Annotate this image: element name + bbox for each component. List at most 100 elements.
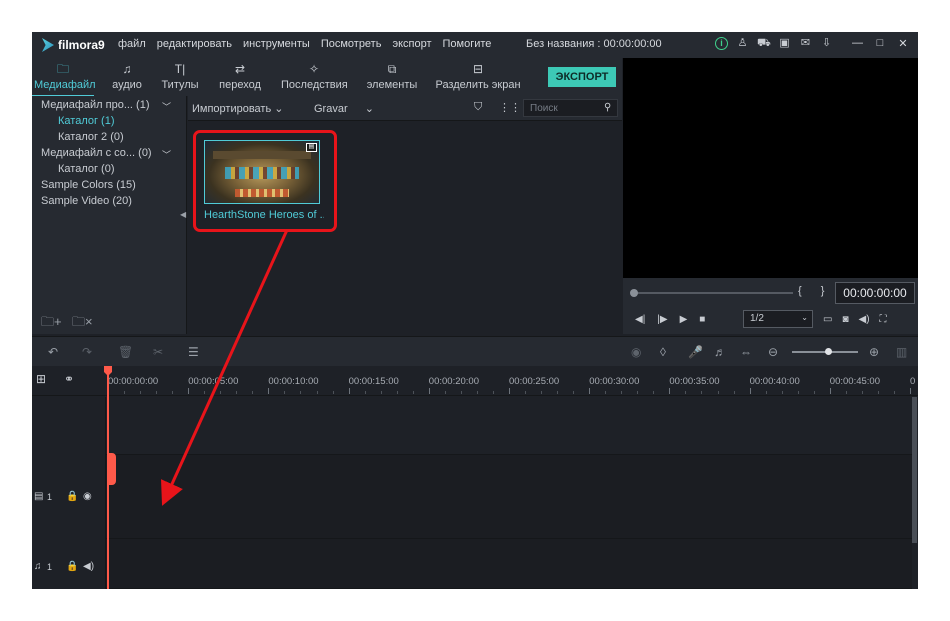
info-icon[interactable]: i bbox=[715, 37, 728, 50]
menu-export[interactable]: экспорт bbox=[392, 38, 431, 50]
fit-timeline-icon[interactable]: ⇔ bbox=[740, 345, 752, 359]
library-item-sample-video[interactable]: Sample Video (20) bbox=[41, 195, 132, 207]
collapse-panel-icon[interactable]: ◀ bbox=[180, 210, 186, 219]
add-track-icon[interactable]: ⊞ bbox=[36, 372, 46, 386]
redo-icon[interactable]: ↷ bbox=[82, 345, 92, 359]
export-button[interactable]: ЭКСПОРТ bbox=[548, 67, 616, 87]
panel-layout-icon[interactable]: ▥ bbox=[896, 345, 907, 359]
grid-view-icon[interactable]: ⋮⋮ bbox=[499, 101, 521, 114]
library-item-project-media[interactable]: Медиафайл про... (1) bbox=[41, 99, 150, 111]
menu-tools[interactable]: инструменты bbox=[243, 38, 310, 50]
volume-icon[interactable]: ◀) bbox=[83, 561, 94, 572]
ruler-tick-mark bbox=[573, 391, 575, 394]
lock-icon[interactable]: 🔒 bbox=[66, 491, 78, 502]
delete-icon[interactable]: 🗑 bbox=[118, 345, 133, 359]
timeline-ruler[interactable]: ⊞ ⚭ 00:00:00:00 00:00:05:00 00:00:10:00 00:… bbox=[32, 366, 918, 396]
menu-help[interactable]: Помогите bbox=[443, 38, 492, 50]
audio-track[interactable] bbox=[106, 539, 912, 589]
ruler-tick-label: 00:00:15:00 bbox=[348, 376, 399, 387]
marker-icon[interactable]: ◊ bbox=[660, 345, 666, 359]
audio-track-number: 1 bbox=[47, 562, 53, 572]
record-dropdown[interactable]: Gravar ⌄ bbox=[314, 102, 374, 115]
tab-split-screen[interactable]: ⊟ Разделить экран bbox=[435, 62, 521, 91]
tab-audio[interactable]: ♫ аудио bbox=[110, 62, 144, 91]
fullscreen-icon[interactable]: ⛶ bbox=[880, 314, 887, 325]
lock-icon[interactable]: 🔒 bbox=[66, 561, 78, 572]
ruler-tick-label: 00:00:40:00 bbox=[749, 376, 800, 387]
tab-elements[interactable]: ⧉ элементы bbox=[366, 62, 418, 91]
ruler-tick-mark bbox=[541, 391, 543, 394]
eye-icon[interactable]: ◉ bbox=[83, 491, 92, 502]
microphone-icon[interactable]: 🎤 bbox=[688, 345, 703, 359]
stop-icon[interactable]: ■ bbox=[699, 314, 705, 325]
account-icon[interactable]: ♙ bbox=[736, 37, 749, 50]
zoom-slider[interactable] bbox=[792, 348, 858, 355]
ruler-tick-mark bbox=[877, 391, 879, 394]
library-item-sample-colors[interactable]: Sample Colors (15) bbox=[41, 179, 136, 191]
tab-transitions[interactable]: ⇄ переход bbox=[218, 62, 262, 91]
app-logo: filmora9 bbox=[42, 36, 105, 54]
snapshot-icon[interactable]: ◙ bbox=[842, 314, 848, 325]
elements-icon: ⧉ bbox=[387, 62, 397, 76]
play-icon[interactable]: ▶ bbox=[680, 314, 688, 325]
filter-icon[interactable]: ⛉ bbox=[474, 101, 482, 114]
ruler-tick-mark bbox=[140, 391, 142, 394]
mail-icon[interactable]: ✉ bbox=[799, 37, 812, 50]
chevron-down-icon[interactable]: ﹀ bbox=[162, 100, 171, 113]
zoom-slider-handle[interactable] bbox=[825, 348, 833, 355]
new-folder-icon[interactable]: 🗀+ bbox=[41, 313, 62, 335]
ruler-tick-mark bbox=[396, 391, 398, 394]
tab-titles[interactable]: T| Титулы bbox=[160, 62, 200, 91]
menu-file[interactable]: файл bbox=[118, 38, 146, 50]
library-item-catalog-1[interactable]: Каталог (1) bbox=[58, 115, 115, 127]
close-icon[interactable]: ✕ bbox=[898, 37, 908, 50]
library-item-catalog-0[interactable]: Каталог (0) bbox=[58, 163, 115, 175]
search-icon[interactable]: ⚲ bbox=[604, 102, 611, 113]
ruler-tick-mark bbox=[332, 391, 334, 394]
scrubber-handle[interactable] bbox=[630, 289, 638, 297]
display-settings-icon[interactable]: ▭ bbox=[823, 314, 832, 325]
save-icon[interactable]: ▣ bbox=[778, 37, 791, 50]
adjust-icon[interactable]: ☰ bbox=[188, 345, 199, 359]
volume-icon[interactable]: ◀) bbox=[859, 314, 870, 325]
link-icon[interactable]: ⚭ bbox=[64, 372, 74, 386]
empty-track[interactable] bbox=[106, 397, 912, 455]
cut-icon[interactable]: ✂ bbox=[153, 345, 163, 359]
download-icon[interactable]: ⇩ bbox=[820, 37, 833, 50]
menu-edit[interactable]: редактировать bbox=[157, 38, 232, 50]
library-item-catalog-2[interactable]: Каталог 2 (0) bbox=[58, 131, 124, 143]
menu-view[interactable]: Посмотреть bbox=[321, 38, 382, 50]
preview-screen bbox=[623, 58, 918, 278]
ruler-tick-mark bbox=[861, 391, 863, 394]
playhead-handle[interactable] bbox=[107, 453, 116, 485]
step-back-icon[interactable]: ◀| bbox=[635, 314, 645, 325]
in-out-markers[interactable]: { } bbox=[798, 285, 832, 297]
undo-icon[interactable]: ↶ bbox=[48, 345, 58, 359]
ruler-tick-mark bbox=[380, 391, 382, 394]
step-forward-icon[interactable]: |▶ bbox=[657, 314, 667, 325]
delete-folder-icon[interactable]: 🗀× bbox=[72, 313, 93, 335]
filmora-logo-icon bbox=[42, 38, 54, 52]
zoom-out-icon[interactable]: ⊖ bbox=[768, 345, 778, 359]
cart-icon[interactable]: ⛟ bbox=[757, 37, 771, 50]
audio-mixer-icon[interactable]: ♬ bbox=[714, 345, 726, 359]
transition-icon: ⇄ bbox=[234, 62, 246, 76]
preview-scrubber[interactable] bbox=[630, 289, 793, 297]
tab-effects[interactable]: ✧ Последствия bbox=[281, 62, 348, 91]
render-icon[interactable]: ◉ bbox=[631, 345, 641, 359]
quality-select[interactable]: 1/2 ⌄ bbox=[743, 310, 813, 328]
folder-icon: 🗀 bbox=[56, 62, 69, 76]
tab-media[interactable]: 🗀 Медиафайл bbox=[32, 62, 96, 97]
minimize-icon[interactable]: — bbox=[852, 37, 863, 50]
import-dropdown[interactable]: Импортировать ⌄ bbox=[192, 102, 283, 115]
ruler-tick-mark bbox=[685, 391, 687, 394]
maximize-icon[interactable]: □ bbox=[875, 37, 885, 50]
timeline-scrollbar[interactable] bbox=[912, 397, 917, 543]
video-track[interactable] bbox=[106, 455, 912, 539]
zoom-in-icon[interactable]: ⊕ bbox=[869, 345, 879, 359]
library-item-shared-media[interactable]: Медиафайл с со... (0) bbox=[41, 147, 152, 159]
ruler-tick-mark bbox=[621, 391, 623, 394]
chevron-down-icon[interactable]: ﹀ bbox=[162, 148, 171, 161]
ruler-tick-label: 0 bbox=[910, 376, 916, 387]
ruler-tick-mark bbox=[637, 391, 639, 394]
